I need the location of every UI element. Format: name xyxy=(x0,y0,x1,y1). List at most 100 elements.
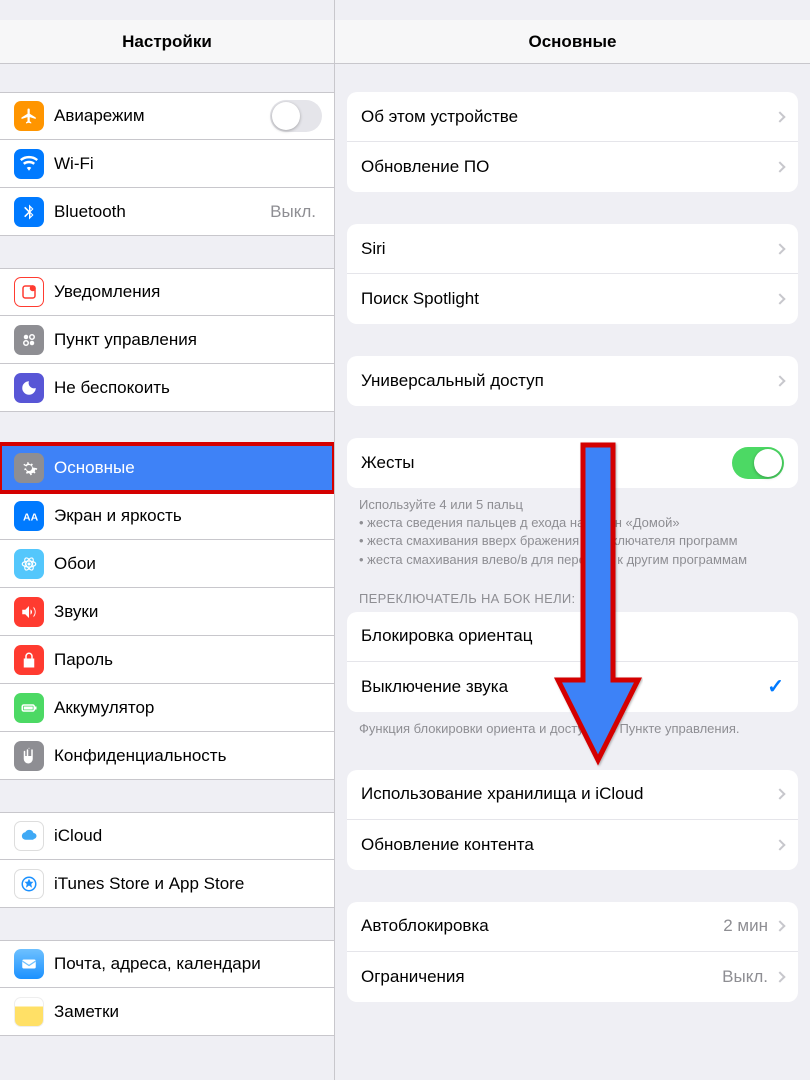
sidebar-item-label: Авиарежим xyxy=(54,106,270,126)
cloud-icon xyxy=(14,821,44,851)
detail-item-value: Выкл. xyxy=(722,967,768,987)
hand-icon xyxy=(14,741,44,771)
detail-item-label: Об этом устройстве xyxy=(361,107,776,127)
moon-icon xyxy=(14,373,44,403)
sidebar-item-label: iTunes Store и App Store xyxy=(54,874,322,894)
sidebar-item-display[interactable]: AA Экран и яркость xyxy=(0,492,334,540)
sidebar-item-label: Bluetooth xyxy=(54,202,270,222)
chevron-right-icon xyxy=(774,839,785,850)
sidebar-item-value: Выкл. xyxy=(270,202,316,222)
sidebar-item-notes[interactable]: Заметки xyxy=(0,988,334,1036)
wallpaper-icon xyxy=(14,549,44,579)
sidebar-group: Почта, адреса, календари Заметки xyxy=(0,940,334,1036)
sidebar-item-airplane[interactable]: Авиарежим xyxy=(0,92,334,140)
sidebar: Настройки Авиарежим Wi-Fi xyxy=(0,0,335,1080)
sidebar-header: Настройки xyxy=(0,20,334,64)
airplane-toggle[interactable] xyxy=(270,100,322,132)
svg-text:AA: AA xyxy=(23,511,38,523)
bluetooth-icon xyxy=(14,197,44,227)
detail-item-label: Обновление ПО xyxy=(361,157,776,177)
speaker-icon xyxy=(14,597,44,627)
sidebar-item-appstore[interactable]: iTunes Store и App Store xyxy=(0,860,334,908)
detail-header: Основные xyxy=(335,20,810,64)
detail-item-autolock[interactable]: Автоблокировка 2 мин xyxy=(347,902,798,952)
appstore-icon xyxy=(14,869,44,899)
detail-item-about[interactable]: Об этом устройстве xyxy=(347,92,798,142)
detail-title: Основные xyxy=(528,32,616,52)
detail-group: Блокировка ориентац Выключение звука ✓ xyxy=(347,612,798,712)
detail-item-label: Выключение звука xyxy=(361,677,767,697)
group-header: ПЕРЕКЛЮЧАТЕЛЬ НА БОК НЕЛИ: xyxy=(335,569,810,612)
detail-panel: Основные Об этом устройстве Обновление П… xyxy=(335,0,810,1080)
sidebar-item-label: Обои xyxy=(54,554,322,574)
sidebar-group: iCloud iTunes Store и App Store xyxy=(0,812,334,908)
chevron-right-icon xyxy=(774,161,785,172)
sidebar-item-general[interactable]: Основные xyxy=(0,444,334,492)
detail-item-label: Жесты xyxy=(361,453,732,473)
sidebar-item-label: Пункт управления xyxy=(54,330,322,350)
lock-icon xyxy=(14,645,44,675)
detail-item-label: Siri xyxy=(361,239,776,259)
detail-item-mute[interactable]: Выключение звука ✓ xyxy=(347,662,798,712)
footer-line: • жеста сведения пальцев д ехода на экра… xyxy=(359,514,786,532)
chevron-right-icon xyxy=(774,375,785,386)
mail-icon xyxy=(14,949,44,979)
detail-scroll[interactable]: Об этом устройстве Обновление ПО Siri По… xyxy=(335,64,810,1080)
switch-footer: Функция блокировки ориента и доступна в … xyxy=(335,712,810,738)
sidebar-scroll[interactable]: Авиарежим Wi-Fi Bluetooth Выкл. xyxy=(0,64,334,1080)
sidebar-item-label: Звуки xyxy=(54,602,322,622)
sidebar-group: Уведомления Пункт управления Не беспокои… xyxy=(0,268,334,412)
sidebar-title: Настройки xyxy=(122,32,212,52)
detail-item-update[interactable]: Обновление ПО xyxy=(347,142,798,192)
detail-group: Siri Поиск Spotlight xyxy=(347,224,798,324)
detail-item-spotlight[interactable]: Поиск Spotlight xyxy=(347,274,798,324)
sidebar-group: Авиарежим Wi-Fi Bluetooth Выкл. xyxy=(0,92,334,236)
sidebar-item-label: Почта, адреса, календари xyxy=(54,954,322,974)
notes-icon xyxy=(14,997,44,1027)
sidebar-item-dnd[interactable]: Не беспокоить xyxy=(0,364,334,412)
sidebar-item-bluetooth[interactable]: Bluetooth Выкл. xyxy=(0,188,334,236)
chevron-right-icon xyxy=(774,293,785,304)
sidebar-item-passcode[interactable]: Пароль xyxy=(0,636,334,684)
sidebar-item-mail[interactable]: Почта, адреса, календари xyxy=(0,940,334,988)
detail-item-label: Универсальный доступ xyxy=(361,371,776,391)
sidebar-item-label: Заметки xyxy=(54,1002,322,1022)
sidebar-item-label: Wi-Fi xyxy=(54,154,322,174)
sidebar-item-sounds[interactable]: Звуки xyxy=(0,588,334,636)
battery-icon xyxy=(14,693,44,723)
sidebar-group: Основные AA Экран и яркость Обои xyxy=(0,444,334,780)
detail-item-bgrefresh[interactable]: Обновление контента xyxy=(347,820,798,870)
gear-icon xyxy=(14,453,44,483)
detail-item-gestures[interactable]: Жесты xyxy=(347,438,798,488)
sidebar-item-label: Пароль xyxy=(54,650,322,670)
gestures-toggle[interactable] xyxy=(732,447,784,479)
detail-item-label: Ограничения xyxy=(361,967,722,987)
sidebar-item-battery[interactable]: Аккумулятор xyxy=(0,684,334,732)
controlcenter-icon xyxy=(14,325,44,355)
settings-app: Настройки Авиарежим Wi-Fi xyxy=(0,0,810,1080)
detail-group: Универсальный доступ xyxy=(347,356,798,406)
gestures-footer: Используйте 4 или 5 пальц • жеста сведен… xyxy=(335,488,810,569)
footer-line: Используйте 4 или 5 пальц xyxy=(359,496,786,514)
check-icon: ✓ xyxy=(767,674,784,699)
detail-item-restrict[interactable]: Ограничения Выкл. xyxy=(347,952,798,1002)
sidebar-item-icloud[interactable]: iCloud xyxy=(0,812,334,860)
detail-item-label: Автоблокировка xyxy=(361,916,723,936)
detail-item-label: Обновление контента xyxy=(361,835,776,855)
sidebar-item-wifi[interactable]: Wi-Fi xyxy=(0,140,334,188)
detail-group: Об этом устройстве Обновление ПО xyxy=(347,92,798,192)
sidebar-item-controlcenter[interactable]: Пункт управления xyxy=(0,316,334,364)
chevron-right-icon xyxy=(774,971,785,982)
detail-item-siri[interactable]: Siri xyxy=(347,224,798,274)
footer-line: • жеста смахивания влево/в для перехода … xyxy=(359,551,786,569)
sidebar-item-privacy[interactable]: Конфиденциальность xyxy=(0,732,334,780)
detail-item-orientlock[interactable]: Блокировка ориентац xyxy=(347,612,798,662)
status-bar-left xyxy=(0,0,334,20)
detail-item-storage[interactable]: Использование хранилища и iCloud xyxy=(347,770,798,820)
sidebar-item-notifications[interactable]: Уведомления xyxy=(0,268,334,316)
sidebar-item-label: Экран и яркость xyxy=(54,506,322,526)
chevron-right-icon xyxy=(774,111,785,122)
detail-item-accessibility[interactable]: Универсальный доступ xyxy=(347,356,798,406)
sidebar-item-label: iCloud xyxy=(54,826,322,846)
sidebar-item-wallpaper[interactable]: Обои xyxy=(0,540,334,588)
